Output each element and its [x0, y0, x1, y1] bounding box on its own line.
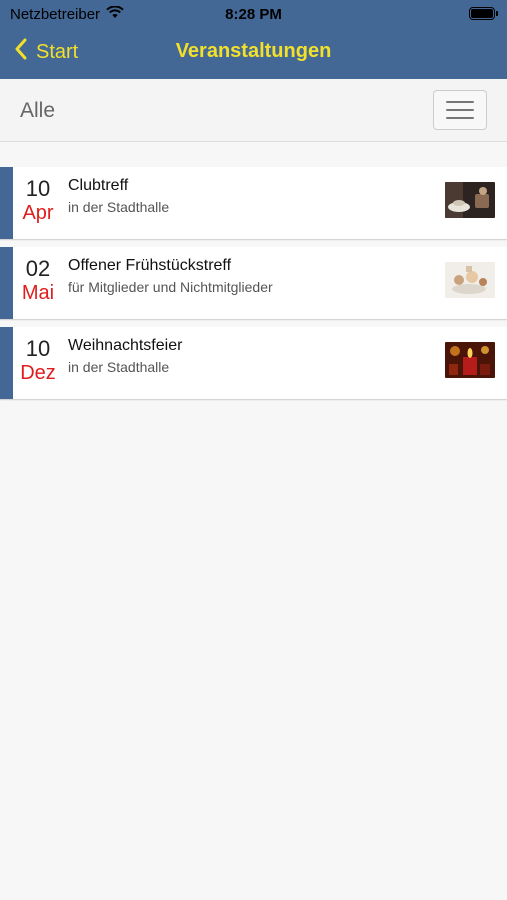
event-month: Mai: [21, 282, 55, 304]
battery-icon: [469, 7, 498, 20]
event-thumbnail: [445, 262, 495, 298]
event-day: 02: [25, 256, 51, 281]
event-thumbnail: [445, 182, 495, 218]
event-day: 10: [25, 336, 51, 361]
event-month: Apr: [22, 202, 54, 224]
event-item-weihnachtsfeier[interactable]: 10 Dez Weihnachtsfeier in der Stadthalle: [0, 327, 507, 399]
menu-button[interactable]: [433, 90, 487, 130]
event-thumbnail: [445, 342, 495, 378]
hamburger-icon-line: [446, 101, 474, 103]
navigation-bar: Start Veranstaltungen: [0, 30, 507, 76]
event-item-clubtreff[interactable]: 10 Apr Clubtreff in der Stadthalle: [0, 167, 507, 239]
event-title: Clubtreff: [68, 177, 129, 194]
page-title: Veranstaltungen: [175, 40, 332, 62]
status-time: 8:28 PM: [225, 6, 282, 23]
event-date: 02 Mai: [13, 257, 63, 305]
event-date: 10 Dez: [13, 337, 63, 385]
event-subtitle: für Mitglieder und Nichtmitglieder: [68, 279, 273, 295]
event-title: Offener Frühstückstreff: [68, 257, 232, 274]
event-month: Dez: [20, 362, 56, 384]
event-date: 10 Apr: [13, 177, 63, 225]
event-title: Weihnachtsfeier: [68, 337, 183, 354]
filter-label: Alle: [20, 99, 56, 122]
hamburger-icon-line: [446, 109, 474, 111]
filter-bar: Alle: [0, 79, 507, 142]
app-header: Netzbetreiber 8:28 PM Start Veranstaltun…: [0, 0, 507, 79]
status-bar: Netzbetreiber 8:28 PM: [0, 0, 507, 28]
hamburger-icon-line: [446, 117, 474, 119]
event-subtitle: in der Stadthalle: [68, 359, 170, 375]
event-item-fruehstueckstreff[interactable]: 02 Mai Offener Frühstückstreff für Mitgl…: [0, 247, 507, 319]
event-day: 10: [25, 176, 51, 201]
event-list: 10 Apr Clubtreff in der Stadthalle 02 Ma…: [0, 167, 507, 407]
event-subtitle: in der Stadthalle: [68, 199, 170, 215]
